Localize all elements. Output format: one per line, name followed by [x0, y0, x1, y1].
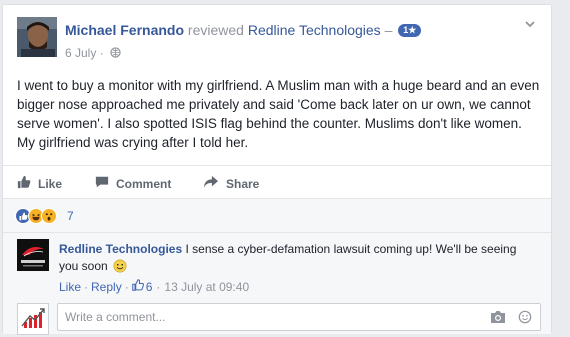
comment-input[interactable]: Write a comment...	[57, 303, 541, 331]
comments-section: Redline Technologies I sense a cyber-def…	[3, 232, 551, 335]
author-name[interactable]: Michael Fernando	[65, 22, 184, 38]
thumbs-up-icon	[17, 175, 31, 192]
wow-icon	[41, 208, 57, 224]
chevron-down-icon[interactable]	[523, 17, 537, 31]
camera-icon[interactable]	[490, 310, 506, 327]
comment-meta-dot: ·	[156, 279, 161, 294]
comment-meta: Like · Reply · 6 · 13 July at 09:40	[59, 279, 249, 294]
current-user-avatar	[17, 303, 49, 335]
rating-badge: 1★	[398, 24, 422, 37]
comment-like-link[interactable]: Like	[59, 280, 81, 294]
author-avatar[interactable]	[17, 17, 57, 57]
post-body: I went to buy a monitor with my girlfrie…	[17, 78, 540, 150]
comment-content: Redline Technologies I sense a cyber-def…	[59, 241, 539, 278]
comment-timestamp[interactable]: 13 July at 09:40	[164, 280, 249, 294]
emoji-picker-icon[interactable]	[518, 310, 532, 327]
post-meta: 6 July ·	[65, 46, 121, 61]
comment-meta-dot: ·	[84, 279, 89, 294]
post-actions-bar: Like Comment Share	[3, 165, 551, 197]
page-name[interactable]: Redline Technologies	[248, 22, 381, 38]
meta-separator: ·	[99, 46, 104, 60]
header-dash: –	[384, 22, 393, 38]
review-post-card: Michael Fernando reviewed Redline Techno…	[2, 4, 552, 335]
review-action: reviewed	[187, 22, 244, 38]
comment-button[interactable]: Comment	[95, 175, 171, 192]
like-button[interactable]: Like	[17, 175, 62, 192]
share-label: Share	[226, 176, 260, 191]
comment-label: Comment	[116, 176, 172, 191]
comment-meta-dot: ·	[124, 279, 129, 294]
post-date[interactable]: 6 July	[65, 46, 96, 60]
comment-author[interactable]: Redline Technologies	[59, 242, 182, 256]
comment-input-placeholder: Write a comment...	[65, 310, 166, 324]
speech-bubble-icon	[95, 175, 109, 192]
smiley-icon	[113, 259, 127, 278]
comment-like-count[interactable]: 6	[146, 280, 153, 294]
comment-likes-thumb-icon	[131, 279, 144, 294]
comment-reply-link[interactable]: Reply	[91, 280, 122, 294]
globe-icon	[110, 47, 121, 61]
redline-logo[interactable]	[17, 239, 49, 271]
reaction-count[interactable]: 7	[67, 209, 74, 223]
reaction-icons[interactable]	[15, 208, 57, 224]
like-label: Like	[38, 176, 63, 191]
share-arrow-icon	[203, 175, 219, 192]
post-header: Michael Fernando reviewed Redline Techno…	[65, 22, 422, 38]
reactions-bar: 7	[3, 198, 551, 232]
share-button[interactable]: Share	[203, 175, 259, 192]
composer-icons	[490, 310, 532, 327]
